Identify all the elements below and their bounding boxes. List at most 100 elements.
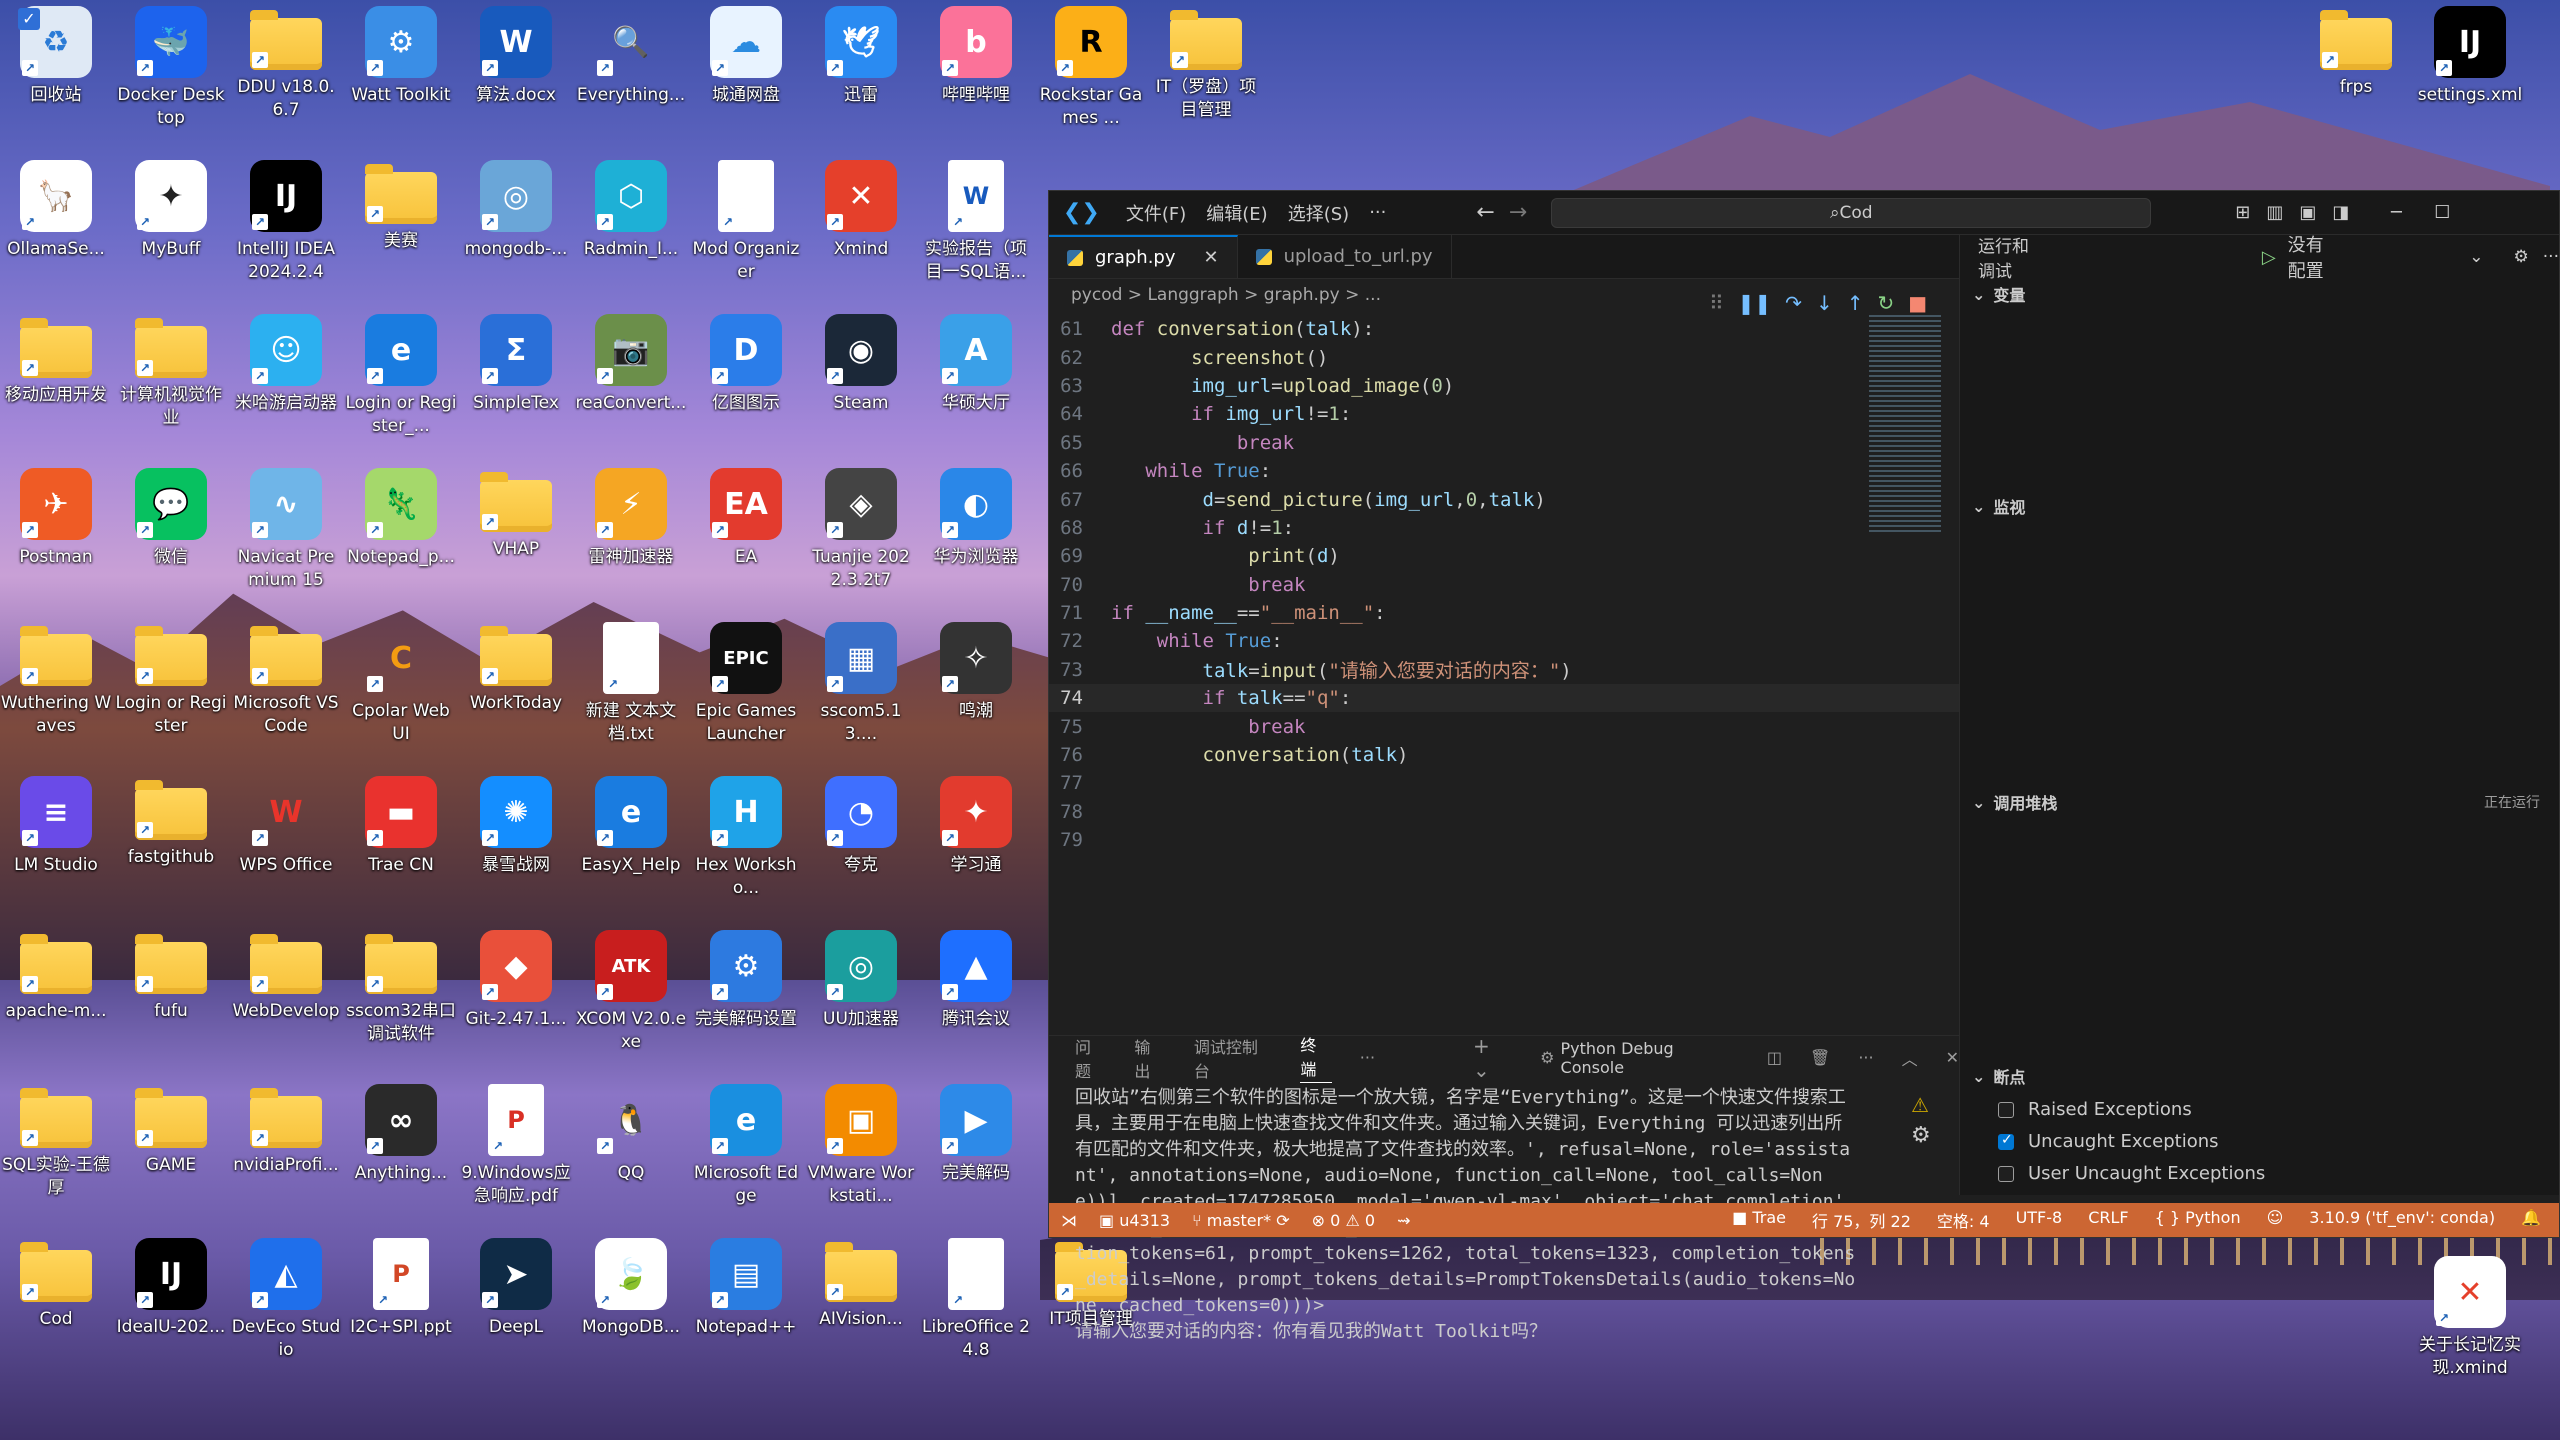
- desktop-icon[interactable]: ATK ↗ XCOM V2.0.exe: [575, 930, 687, 1054]
- code-line[interactable]: 76 conversation(talk): [1049, 741, 1959, 769]
- desktop-icon[interactable]: ◎ ↗ mongodb-...: [460, 160, 572, 261]
- status-interpreter[interactable]: 3.10.9 ('tf_env': conda): [2309, 1208, 2495, 1232]
- section-watch[interactable]: ⌄ 监视: [1960, 491, 2560, 521]
- back-arrow-icon[interactable]: ←: [1476, 200, 1494, 225]
- layout-customize-icon[interactable]: ⊞: [2235, 202, 2250, 223]
- code-line[interactable]: 62 screenshot(): [1049, 343, 1959, 371]
- desktop-icon[interactable]: ▦ ↗ sscom5.13....: [805, 622, 917, 746]
- desktop-icon[interactable]: ↗ Microsoft VS Code: [230, 622, 342, 738]
- desktop-icon[interactable]: 📷 ↗ reaConvert...: [575, 314, 687, 415]
- desktop-icon[interactable]: ✦ ↗ 学习通: [920, 776, 1032, 877]
- desktop-icon[interactable]: ↗ sscom32串口调试软件: [345, 930, 457, 1046]
- desktop-icon[interactable]: ↗ IT（罗盘）项目管理: [1150, 6, 1262, 122]
- desktop-icon[interactable]: ↗ frps: [2300, 6, 2412, 99]
- play-icon[interactable]: ▷: [2262, 247, 2276, 268]
- desktop-icon[interactable]: P ↗ 9.Windows应急响应.pdf: [460, 1084, 572, 1208]
- desktop-icon[interactable]: P ↗ I2C+SPI.ppt: [345, 1238, 457, 1339]
- desktop-icon[interactable]: e ↗ Microsoft Edge: [690, 1084, 802, 1208]
- desktop-icon[interactable]: ◈ ↗ Tuanjie 2022.3.2t7: [805, 468, 917, 592]
- step-into-icon[interactable]: ↓: [1816, 291, 1833, 315]
- desktop-icon[interactable]: 🦎 ↗ Notepad_p...: [345, 468, 457, 569]
- desktop-icon[interactable]: ↗ Wuthering Waves: [0, 622, 112, 738]
- desktop-icon[interactable]: ⬡ ↗ Radmin_I...: [575, 160, 687, 261]
- desktop-icon[interactable]: ▣ ↗ VMware Workstati...: [805, 1084, 917, 1208]
- forward-arrow-icon[interactable]: →: [1509, 200, 1527, 225]
- desktop-icon[interactable]: ↗ Mod Organizer: [690, 160, 802, 284]
- code-line[interactable]: 61 def conversation(talk):: [1049, 315, 1959, 343]
- code-line[interactable]: 64 if img_url!=1:: [1049, 400, 1959, 428]
- step-out-icon[interactable]: ↑: [1847, 291, 1864, 315]
- desktop-icon[interactable]: ↗ AIVision...: [805, 1238, 917, 1331]
- desktop-icon[interactable]: EPIC ↗ Epic Games Launcher: [690, 622, 802, 746]
- desktop-icon[interactable]: ◔ ↗ 夸克: [805, 776, 917, 877]
- menu-selection[interactable]: 选择(S): [1278, 200, 1359, 226]
- desktop-icon[interactable]: ◭ ↗ DevEco Studio: [230, 1238, 342, 1362]
- pause-icon[interactable]: ❚❚: [1738, 291, 1772, 315]
- desktop-icon[interactable]: W ↗ 算法.docx: [460, 6, 572, 107]
- checkbox[interactable]: [1998, 1132, 2014, 1150]
- desktop-icon[interactable]: ↗ SQL实验-王德厚: [0, 1084, 112, 1200]
- status-branch[interactable]: ⑂ master* ⟳: [1192, 1211, 1290, 1230]
- desktop-icon[interactable]: ↗ fufu: [115, 930, 227, 1023]
- desktop-icon[interactable]: ↗ 移动应用开发: [0, 314, 112, 407]
- status-user[interactable]: ▣ u4313: [1099, 1211, 1170, 1230]
- desktop-icon[interactable]: ✕ ↗ 关于长记忆实现.xmind: [2414, 1256, 2526, 1380]
- desktop-icon[interactable]: ♻ ↗ 回收站: [0, 6, 112, 107]
- desktop-icon[interactable]: ↗ 美赛: [345, 160, 457, 253]
- desktop-icon[interactable]: D ↗ 亿图图示: [690, 314, 802, 415]
- desktop-icon[interactable]: 🕊 ↗ 迅雷: [805, 6, 917, 107]
- tab-output[interactable]: 输出: [1134, 1034, 1165, 1082]
- status-eol[interactable]: CRLF: [2088, 1208, 2128, 1232]
- toggle-secondary-sidebar-icon[interactable]: ◨: [2332, 202, 2349, 223]
- code-line[interactable]: 75 break: [1049, 712, 1959, 740]
- drag-handle-icon[interactable]: ⠿: [1709, 291, 1724, 315]
- command-center-search[interactable]: ⌕ Cod: [1551, 197, 2152, 228]
- desktop-icon[interactable]: ≡ ↗ LM Studio: [0, 776, 112, 877]
- breakpoint-raised[interactable]: Raised Exceptions: [1998, 1099, 2192, 1120]
- status-indent[interactable]: 空格: 4: [1937, 1208, 1990, 1232]
- desktop-icon[interactable]: ↗ WebDevelop: [230, 930, 342, 1023]
- desktop-icon[interactable]: IJ ↗ settings.xml: [2414, 6, 2526, 107]
- menu-more[interactable]: ···: [1359, 202, 1396, 223]
- maximize-panel-icon[interactable]: ︿: [1902, 1046, 1918, 1070]
- desktop-icon[interactable]: ↗ apache-m...: [0, 930, 112, 1023]
- selection-checkbox-icon[interactable]: ✓: [18, 8, 40, 30]
- menu-edit[interactable]: 编辑(E): [1196, 200, 1277, 226]
- desktop-icon[interactable]: ✺ ↗ 暴雪战网: [460, 776, 572, 877]
- status-position[interactable]: 行 75，列 22: [1812, 1208, 1911, 1232]
- toggle-sidebar-icon[interactable]: ▥: [2266, 202, 2283, 223]
- desktop-icon[interactable]: ↗ 计算机视觉作业: [115, 314, 227, 430]
- code-line[interactable]: 79: [1049, 826, 1959, 854]
- status-problems[interactable]: ⊗ 0 ⚠ 0: [1312, 1211, 1375, 1230]
- desktop-icon[interactable]: ▲ ↗ 腾讯会议: [920, 930, 1032, 1031]
- maximize-button[interactable]: ☐: [2419, 202, 2465, 223]
- debug-run-icon[interactable]: ⇝: [1397, 1211, 1410, 1230]
- desktop-icon[interactable]: ↗ fastgithub: [115, 776, 227, 869]
- status-language[interactable]: { } Python: [2155, 1208, 2241, 1232]
- code-line[interactable]: 69 print(d): [1049, 542, 1959, 570]
- desktop-icon[interactable]: ☁ ↗ 城通网盘: [690, 6, 802, 107]
- desktop-icon[interactable]: ⚡ ↗ 雷神加速器: [575, 468, 687, 569]
- trash-icon[interactable]: 🗑: [1810, 1048, 1830, 1067]
- desktop-icon[interactable]: ➤ ↗ DeepL: [460, 1238, 572, 1339]
- split-terminal-icon[interactable]: ◫: [1767, 1048, 1782, 1067]
- desktop-icon[interactable]: 🔍 ↗ Everything...: [575, 6, 687, 107]
- section-call-stack[interactable]: ⌄ 调用堆栈 正在运行: [1960, 787, 2560, 817]
- desktop-icon[interactable]: ↗ Login or Register: [115, 622, 227, 738]
- new-terminal-icon[interactable]: + ⌄: [1473, 1034, 1512, 1082]
- desktop-icon[interactable]: A ↗ 华硕大厅: [920, 314, 1032, 415]
- desktop-icon[interactable]: EA ↗ EA: [690, 468, 802, 569]
- desktop-icon[interactable]: ↗ VHAP: [460, 468, 572, 561]
- desktop-icon[interactable]: ◎ ↗ UU加速器: [805, 930, 917, 1031]
- desktop-icon[interactable]: b ↗ 哔哩哔哩: [920, 6, 1032, 107]
- desktop-icon[interactable]: ▬ ↗ Trae CN: [345, 776, 457, 877]
- checkbox[interactable]: [1998, 1165, 2014, 1182]
- desktop-icon[interactable]: ↗ WorkToday: [460, 622, 572, 715]
- desktop-icon[interactable]: ✦ ↗ MyBuff: [115, 160, 227, 261]
- desktop-icon[interactable]: W ↗ WPS Office: [230, 776, 342, 877]
- code-line[interactable]: 68 if d!=1:: [1049, 514, 1959, 542]
- desktop-icon[interactable]: ▤ ↗ Notepad++: [690, 1238, 802, 1339]
- desktop-icon[interactable]: C ↗ Cpolar Web UI: [345, 622, 457, 746]
- desktop-icon[interactable]: e ↗ Login or Register_...: [345, 314, 457, 438]
- tab-problems[interactable]: 问题: [1075, 1034, 1106, 1082]
